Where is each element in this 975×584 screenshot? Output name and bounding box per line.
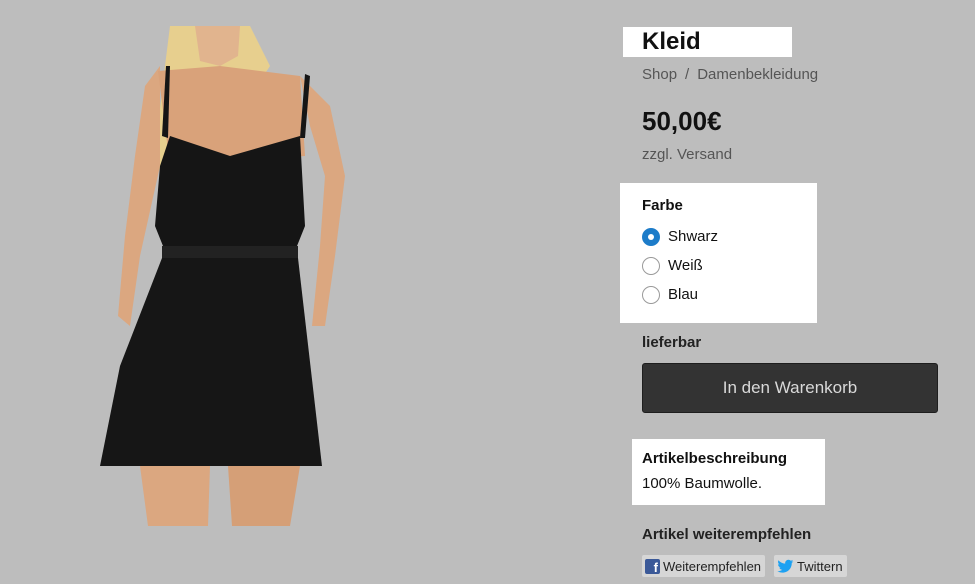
description-panel: Artikelbeschreibung 100% Baumwolle. — [632, 439, 825, 505]
color-option-label: Blau — [668, 286, 699, 303]
description-heading: Artikelbeschreibung — [642, 450, 788, 467]
radio-button[interactable] — [642, 256, 660, 275]
breadcrumb-separator: / — [685, 66, 690, 83]
breadcrumb: Shop / Damenbekleidung — [642, 66, 818, 83]
product-title: Kleid — [642, 28, 701, 55]
facebook-icon: f — [645, 558, 660, 574]
color-option-label: Weiß — [668, 257, 703, 274]
color-option-label: Shwarz — [668, 228, 719, 245]
color-option-blau[interactable]: Blau — [642, 280, 817, 309]
radio-button[interactable] — [642, 285, 660, 304]
breadcrumb-item-damenbekleidung[interactable]: Damenbekleidung — [697, 66, 818, 83]
color-options-heading: Farbe — [642, 197, 683, 214]
product-title-box: Kleid — [623, 27, 792, 57]
twitter-icon — [777, 559, 794, 573]
color-option-weiss[interactable]: Weiß — [642, 251, 817, 280]
facebook-share-label: Weiterempfehlen — [663, 558, 762, 574]
share-heading: Artikel weiterempfehlen — [642, 526, 812, 543]
add-to-cart-button[interactable]: In den Warenkorb — [642, 363, 938, 413]
description-text: 100% Baumwolle. — [642, 475, 763, 492]
shipping-note[interactable]: zzgl. Versand — [642, 146, 732, 163]
product-image — [100, 26, 345, 526]
color-options-panel: Farbe Shwarz Weiß Blau — [620, 183, 817, 323]
facebook-share-button[interactable]: f Weiterempfehlen — [642, 555, 766, 577]
radio-button-selected[interactable] — [642, 227, 660, 246]
availability-status: lieferbar — [642, 334, 702, 351]
product-price: 50,00€ — [642, 106, 722, 136]
twitter-share-label: Twittern — [797, 558, 843, 574]
breadcrumb-item-shop[interactable]: Shop — [642, 66, 677, 83]
share-buttons: f Weiterempfehlen Twittern — [642, 555, 847, 577]
color-option-shwarz[interactable]: Shwarz — [642, 222, 817, 251]
twitter-share-button[interactable]: Twittern — [774, 555, 847, 577]
